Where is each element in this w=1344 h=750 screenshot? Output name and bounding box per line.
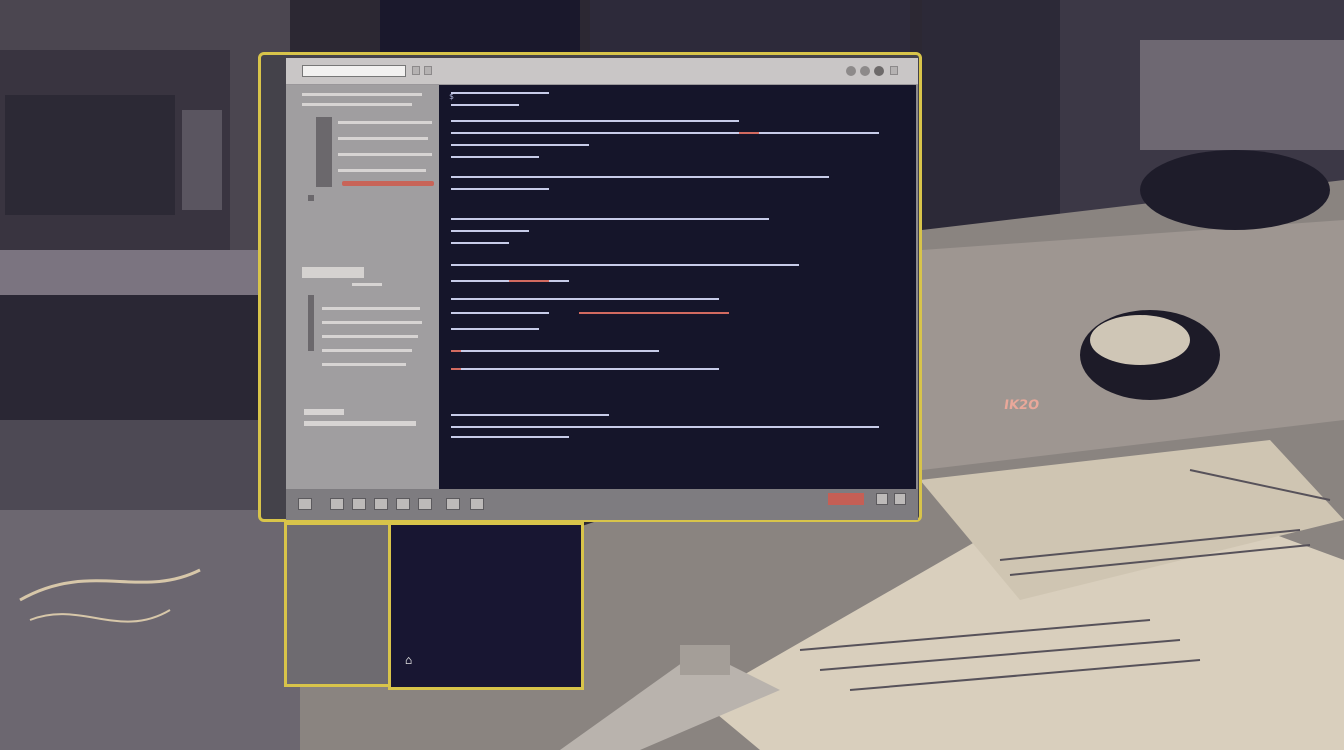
sidebar-item[interactable] [338,137,428,140]
sidebar-item[interactable] [302,103,412,106]
power-icon: ⌂ [405,653,413,667]
toolbar-button-icon[interactable] [470,498,484,510]
new-tab-icon[interactable] [412,66,420,75]
sidebar-item[interactable] [338,153,432,156]
sidebar-item[interactable] [304,421,416,426]
close-icon[interactable] [874,66,884,76]
application-window: $ [286,58,918,520]
sidebar-panel [286,85,439,489]
bottom-toolbar [286,489,918,520]
sidebar-item[interactable] [322,335,418,338]
toolbar-button-icon[interactable] [396,498,410,510]
toolbar-button-icon[interactable] [446,498,460,510]
monitor-stand: ⌂ [388,522,584,690]
tab-field[interactable] [302,65,406,77]
sidebar-section-label [302,267,364,278]
back-icon[interactable] [424,66,432,75]
expand-icon[interactable] [894,493,906,505]
sidebar-item[interactable] [338,121,432,124]
menu-icon[interactable] [890,66,898,75]
sidebar-item[interactable] [338,169,426,172]
monitor-brand-label: IK2O [1002,398,1041,413]
sidebar-tree-bar [316,117,332,187]
sidebar-tree-bar [308,295,314,351]
toolbar-button-icon[interactable] [330,498,344,510]
toolbar-button-icon[interactable] [352,498,366,510]
record-button[interactable] [828,493,864,505]
settings-icon[interactable] [876,493,888,505]
sidebar-item[interactable] [322,363,406,366]
sidebar-item[interactable] [302,93,422,96]
computer-tower [284,522,388,687]
sidebar-tag[interactable] [352,283,382,286]
window-titlebar [286,58,918,85]
bullet-icon [308,195,314,201]
toolbar-button-icon[interactable] [418,498,432,510]
sidebar-item[interactable] [322,321,422,324]
toolbar-button-icon[interactable] [298,498,312,510]
terminal-text-strokes [451,92,879,438]
sidebar-item[interactable] [304,409,344,415]
terminal-pane[interactable]: $ [439,85,916,489]
sidebar-item[interactable] [322,349,412,352]
minimize-icon[interactable] [846,66,856,76]
toolbar-button-icon[interactable] [374,498,388,510]
sidebar-selected-item[interactable] [342,181,434,186]
maximize-icon[interactable] [860,66,870,76]
sidebar-item[interactable] [322,307,420,310]
